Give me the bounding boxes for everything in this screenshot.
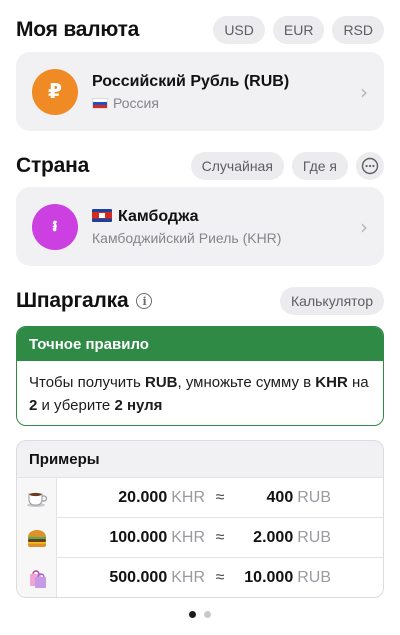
country-currency: Камбоджийский Риель (KHR) — [92, 229, 282, 246]
page-dot-1[interactable] — [189, 611, 196, 618]
ruble-avatar-icon: ₽ — [32, 68, 78, 115]
country-section-title: Страна — [16, 154, 90, 177]
approx-sign: ≈ — [215, 488, 225, 506]
my-currency-card[interactable]: ₽ Российский Рубль (RUB) Россия › — [16, 52, 384, 131]
where-am-i-button[interactable]: Где я — [291, 152, 348, 180]
example-row: 20.000 KHR ≈ 400 RUB — [17, 477, 383, 518]
info-icon[interactable]: i — [136, 293, 153, 309]
currency-section-header: Моя валюта USD EUR RSD — [16, 16, 384, 44]
my-currency-title: Российский Рубль (RUB) — [92, 72, 290, 90]
currency-chips: USD EUR RSD — [213, 16, 384, 44]
cheatsheet-header: Шпаргалка i Калькулятор — [16, 287, 384, 315]
examples-header: Примеры — [17, 441, 383, 477]
exact-rule-text: Чтобы получить RUB, умножьте сумму в KHR… — [29, 374, 369, 414]
example-from-currency: KHR — [171, 528, 205, 546]
shopping-bags-icon — [17, 557, 57, 597]
approx-sign: ≈ — [215, 568, 225, 586]
chevron-right-icon: › — [360, 214, 368, 239]
country-chips: Случайная Где я — [190, 152, 384, 180]
example-from-amount: 100.000 — [109, 528, 168, 546]
example-row: 500.000 KHR ≈ 10.000 RUB — [17, 557, 383, 597]
example-to-amount: 2.000 — [253, 528, 294, 546]
cheatsheet-title: Шпаргалка — [16, 289, 129, 312]
example-row: 100.000 KHR ≈ 2.000 RUB — [17, 517, 383, 558]
chevron-right-icon: › — [360, 79, 368, 104]
chip-eur[interactable]: EUR — [272, 16, 325, 44]
examples-table: Примеры 20.000 KHR ≈ 400 RUB 100.000 KHR ≈ — [16, 440, 384, 598]
chip-usd[interactable]: USD — [213, 16, 265, 44]
my-currency-country: Россия — [113, 94, 159, 111]
example-from-currency: KHR — [171, 488, 205, 506]
currency-section-title: Моя валюта — [16, 18, 140, 41]
country-section-header: Страна Случайная Где я — [16, 152, 384, 180]
page-indicator[interactable] — [0, 611, 400, 618]
example-to-amount: 400 — [266, 488, 294, 506]
chip-rsd[interactable]: RSD — [332, 16, 384, 44]
example-from-amount: 20.000 — [118, 488, 168, 506]
random-country-button[interactable]: Случайная — [190, 152, 284, 180]
approx-sign: ≈ — [215, 528, 225, 546]
riel-avatar-icon: ៛ — [32, 203, 78, 250]
page-dot-2[interactable] — [204, 611, 211, 618]
more-options-button[interactable] — [356, 152, 384, 180]
exact-rule-box: Точное правило Чтобы получить RUB, умнож… — [16, 326, 384, 426]
burger-icon — [17, 517, 57, 558]
example-from-currency: KHR — [171, 568, 205, 586]
cambodia-flag-icon — [92, 208, 112, 222]
coffee-cup-icon — [17, 477, 57, 518]
example-to-currency: RUB — [297, 528, 331, 546]
exact-rule-header: Точное правило — [17, 327, 383, 361]
example-from-amount: 500.000 — [109, 568, 168, 586]
example-to-amount: 10.000 — [244, 568, 294, 586]
example-to-currency: RUB — [297, 568, 331, 586]
example-to-currency: RUB — [297, 488, 331, 506]
calculator-button[interactable]: Калькулятор — [280, 287, 384, 315]
country-card[interactable]: ៛ Камбоджа Камбоджийский Риель (KHR) › — [16, 187, 384, 266]
russia-flag-icon — [92, 97, 108, 109]
more-horizontal-icon — [361, 157, 379, 175]
country-title: Камбоджа — [118, 207, 199, 225]
